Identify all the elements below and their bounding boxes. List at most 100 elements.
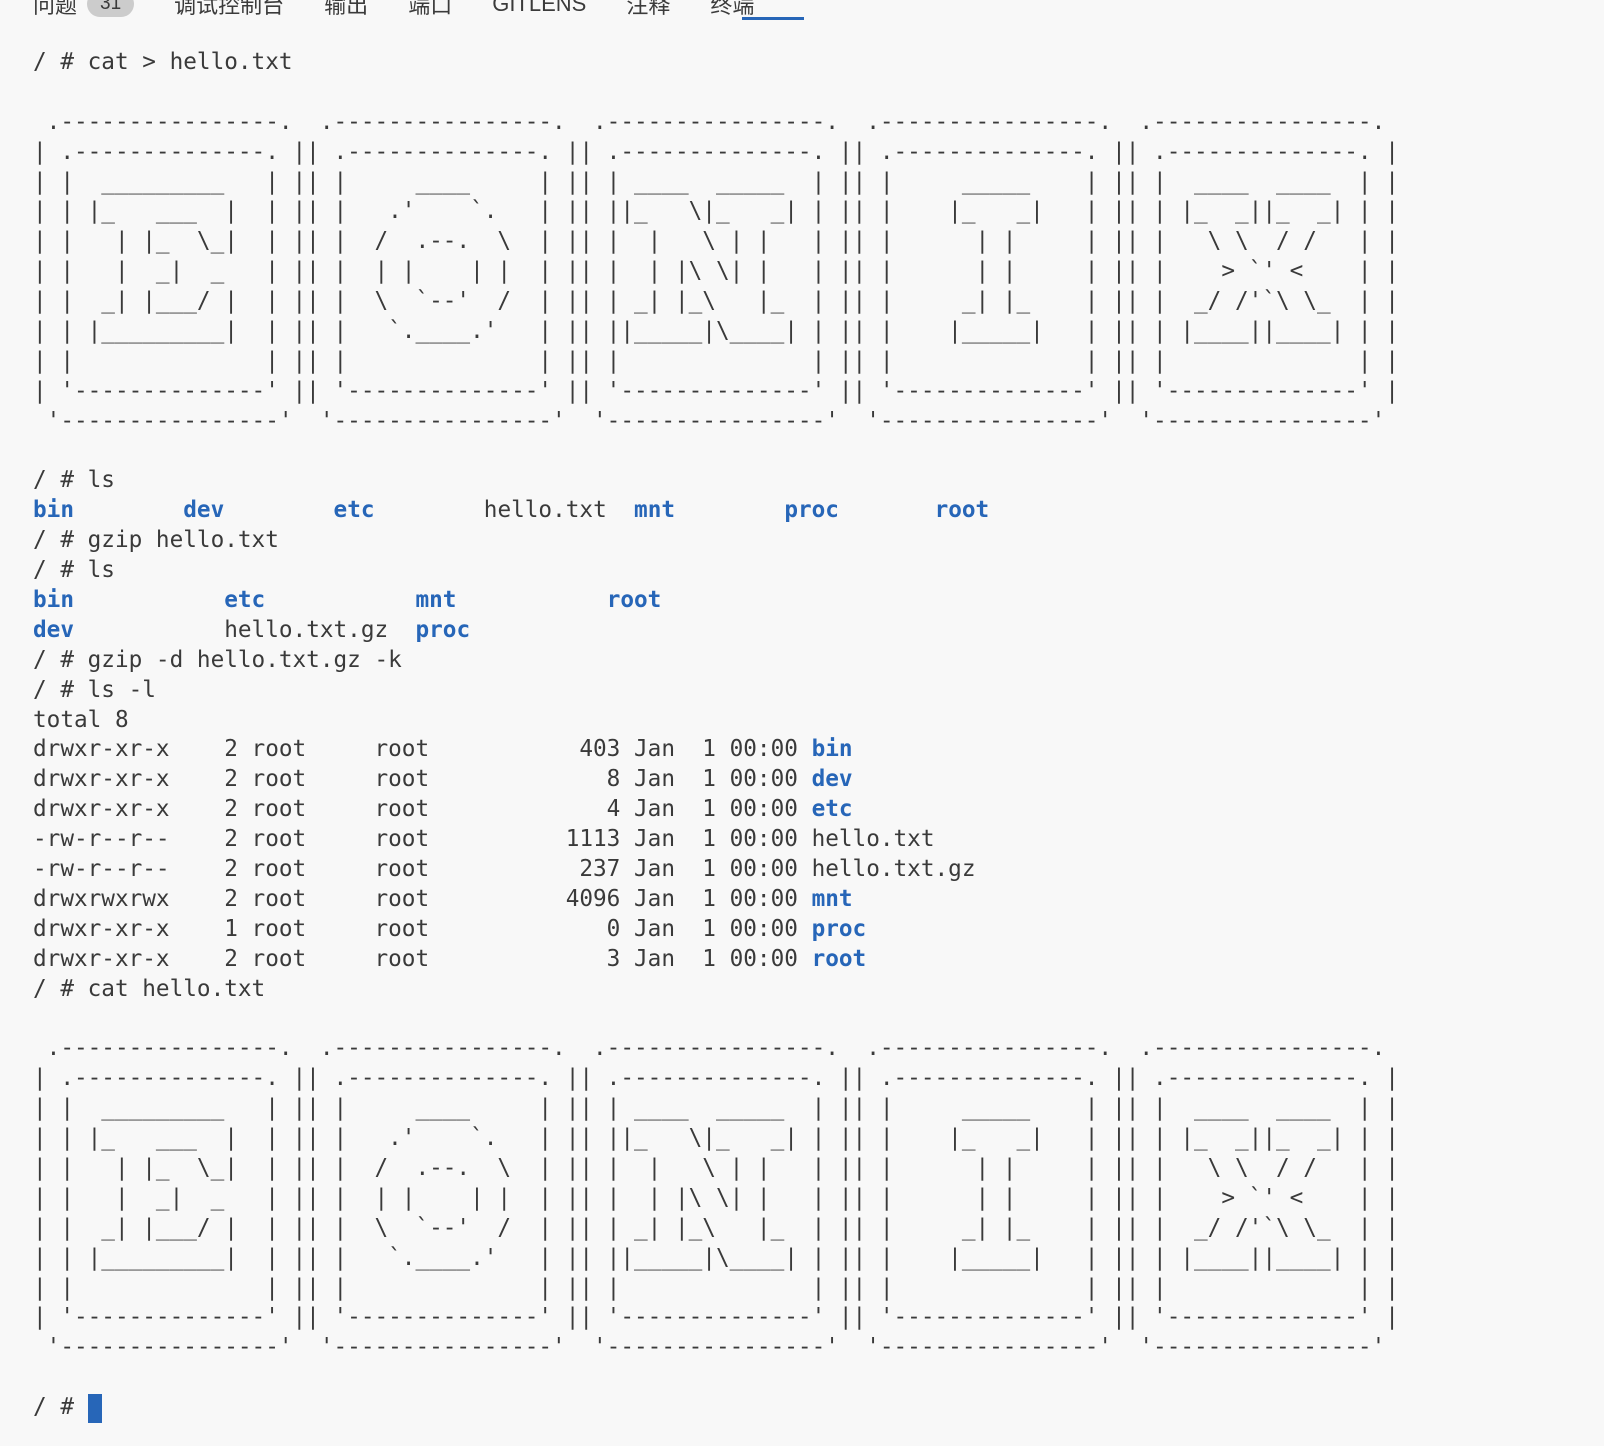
tab-output[interactable]: 输出 (324, 0, 368, 20)
directory-name: dev (812, 766, 853, 792)
ascii-art-line: | | |_________| | || | `.____.' | || ||_… (33, 1244, 1399, 1274)
terminal-text (74, 587, 224, 613)
ascii-art-line: | | _________ | || | ____ | || | ____ __… (33, 168, 1399, 198)
terminal-output[interactable]: / # cat > hello.txt .----------------. .… (33, 48, 1399, 1423)
tab-label: 调试控制台 (174, 0, 284, 20)
terminal-cursor (88, 1394, 102, 1423)
terminal-text: | | | |_ \_| | || | / .--. \ | || | | \ … (33, 228, 1399, 254)
terminal-text: .----------------. .----------------. .-… (33, 109, 1399, 135)
terminal-text (224, 497, 333, 523)
directory-name: mnt (415, 587, 456, 613)
ascii-art-line: .----------------. .----------------. .-… (33, 1034, 1399, 1064)
ascii-art-line: | | | _| _ | || | | | | | | || | | |\ \|… (33, 1184, 1399, 1214)
terminal-text: | | _| |___/ | | || | \ `--' / | || | _|… (33, 1215, 1399, 1241)
terminal-text: '----------------' '----------------' '-… (33, 1334, 1399, 1360)
terminal-line (33, 437, 1399, 467)
terminal-text: | '--------------' || '--------------' |… (33, 378, 1399, 404)
terminal-line: dev hello.txt.gz proc (33, 616, 1399, 646)
directory-name: bin (33, 587, 74, 613)
tab-label: 端口 (408, 0, 452, 20)
terminal-line: total 8 (33, 706, 1399, 736)
terminal-text: drwxr-xr-x 2 root root 403 Jan 1 00:00 (33, 736, 812, 762)
terminal-text: / # gzip -d hello.txt.gz -k (33, 647, 402, 673)
ascii-art-line: | .--------------. || .--------------. |… (33, 138, 1399, 168)
terminal-text: drwxr-xr-x 2 root root 3 Jan 1 00:00 (33, 946, 812, 972)
terminal-line: -rw-r--r-- 2 root root 1113 Jan 1 00:00 … (33, 825, 1399, 855)
tab-label: GITLENS (492, 0, 586, 17)
terminal-text: | | |_ ___ | | || | .' `. | || ||_ \|_ _… (33, 198, 1399, 224)
terminal-line: drwxr-xr-x 1 root root 0 Jan 1 00:00 pro… (33, 915, 1399, 945)
ascii-art-line: | '--------------' || '--------------' |… (33, 377, 1399, 407)
terminal-text: | | _________ | || | ____ | || | ____ __… (33, 169, 1399, 195)
terminal-text: / # ls -l (33, 677, 156, 703)
tab-comments[interactable]: 注释 (626, 0, 670, 20)
terminal-text: | | _________ | || | ____ | || | ____ __… (33, 1095, 1399, 1121)
active-tab-underline (742, 17, 804, 20)
terminal-text: hello.txt.gz (224, 617, 415, 643)
terminal-text: / # gzip hello.txt (33, 527, 279, 553)
directory-name: bin (33, 497, 74, 523)
terminal-text: | '--------------' || '--------------' |… (33, 1304, 1399, 1330)
tab-debug-console[interactable]: 调试控制台 (174, 0, 284, 20)
terminal-text: drwxr-xr-x 2 root root 4 Jan 1 00:00 (33, 796, 812, 822)
terminal-text: / # ls (33, 557, 115, 583)
ascii-art-line: .----------------. .----------------. .-… (33, 108, 1399, 138)
ascii-art-line: | | | || | | || | | || | | || | | | (33, 347, 1399, 377)
terminal-text (839, 497, 935, 523)
terminal-line: bin etc mnt root (33, 586, 1399, 616)
tab-gitlens[interactable]: GITLENS (492, 0, 586, 17)
terminal-text (265, 587, 415, 613)
terminal-text: -rw-r--r-- 2 root root 1113 Jan 1 00:00 … (33, 826, 935, 852)
directory-name: dev (33, 617, 74, 643)
directory-name: mnt (634, 497, 675, 523)
ascii-art-line: | '--------------' || '--------------' |… (33, 1303, 1399, 1333)
terminal-text (375, 497, 484, 523)
directory-name: mnt (812, 886, 853, 912)
terminal-line: / # gzip hello.txt (33, 526, 1399, 556)
terminal-line (33, 1363, 1399, 1393)
ascii-art-line: | | |_ ___ | | || | .' `. | || ||_ \|_ _… (33, 1124, 1399, 1154)
directory-name: etc (224, 587, 265, 613)
terminal-text: | | | _| _ | || | | | | | | || | | |\ \|… (33, 258, 1399, 284)
directory-name: etc (334, 497, 375, 523)
tab-ports[interactable]: 端口 (408, 0, 452, 20)
tab-label: 问题 (33, 0, 77, 20)
terminal-line: / # cat hello.txt (33, 975, 1399, 1005)
terminal-line: / # (33, 1393, 1399, 1423)
terminal-text: | | |_________| | || | `.____.' | || ||_… (33, 318, 1399, 344)
ascii-art-line: | | |_________| | || | `.____.' | || ||_… (33, 317, 1399, 347)
problems-count-badge: 31 (87, 0, 134, 17)
ascii-art-line: | | _________ | || | ____ | || | ____ __… (33, 1094, 1399, 1124)
terminal-text: total 8 (33, 707, 129, 733)
terminal-text (74, 497, 183, 523)
terminal-line: / # cat > hello.txt (33, 48, 1399, 78)
terminal-text: drwxr-xr-x 2 root root 8 Jan 1 00:00 (33, 766, 812, 792)
terminal-line: drwxrwxrwx 2 root root 4096 Jan 1 00:00 … (33, 885, 1399, 915)
tab-label: 注释 (626, 0, 670, 20)
terminal-line: / # gzip -d hello.txt.gz -k (33, 646, 1399, 676)
terminal-line (33, 1005, 1399, 1035)
terminal-text: .----------------. .----------------. .-… (33, 1035, 1399, 1061)
terminal-text: drwxr-xr-x 1 root root 0 Jan 1 00:00 (33, 916, 812, 942)
directory-name: dev (183, 497, 224, 523)
directory-name: root (935, 497, 990, 523)
directory-name: proc (812, 916, 867, 942)
terminal-text: | | |_________| | || | `.____.' | || ||_… (33, 1245, 1399, 1271)
panel-tab-bar: 问题31调试控制台输出端口GITLENS注释终端 (33, 0, 754, 20)
terminal-text: / # (33, 1394, 88, 1420)
ascii-art-line: | | _| |___/ | | || | \ `--' / | || | _|… (33, 1214, 1399, 1244)
terminal-text: drwxrwxrwx 2 root root 4096 Jan 1 00:00 (33, 886, 812, 912)
directory-name: etc (812, 796, 853, 822)
directory-name: proc (784, 497, 839, 523)
terminal-line: -rw-r--r-- 2 root root 237 Jan 1 00:00 h… (33, 855, 1399, 885)
ascii-art-line: | | |_ ___ | | || | .' `. | || ||_ \|_ _… (33, 197, 1399, 227)
terminal-text: / # ls (33, 467, 115, 493)
tab-problems[interactable]: 问题 31 (33, 0, 134, 20)
terminal-text: | | _| |___/ | | || | \ `--' / | || | _|… (33, 288, 1399, 314)
ascii-art-line: | | | _| _ | || | | | | | | || | | |\ \|… (33, 257, 1399, 287)
terminal-text: | | | _| _ | || | | | | | | || | | |\ \|… (33, 1185, 1399, 1211)
directory-name: bin (812, 736, 853, 762)
terminal-text: | | | || | | || | | || | | || | | | (33, 348, 1399, 374)
terminal-line: drwxr-xr-x 2 root root 403 Jan 1 00:00 b… (33, 735, 1399, 765)
terminal-line: / # ls (33, 556, 1399, 586)
